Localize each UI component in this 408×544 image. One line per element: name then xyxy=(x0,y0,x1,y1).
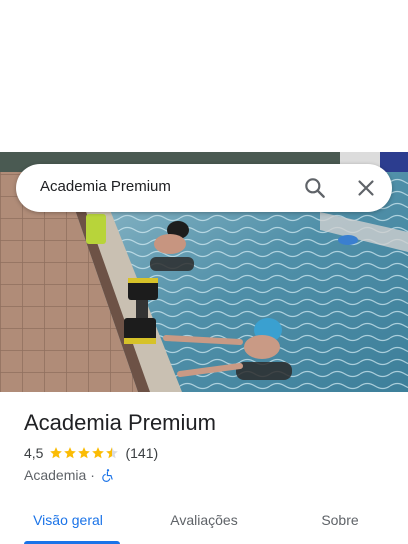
tab-reviews-label: Avaliações xyxy=(170,512,238,528)
half-star-icon xyxy=(106,447,119,459)
search-icon[interactable] xyxy=(302,175,328,201)
tab-reviews[interactable]: Avaliações xyxy=(136,496,272,544)
star-icon xyxy=(50,447,63,459)
tab-about-label: Sobre xyxy=(321,512,359,528)
category-row: Academia · xyxy=(24,466,115,484)
tab-about[interactable]: Sobre xyxy=(272,496,408,544)
review-count[interactable]: (141) xyxy=(125,445,158,461)
wheelchair-icon[interactable] xyxy=(101,468,115,482)
star-icon xyxy=(64,447,77,459)
tab-overview-label: Visão geral xyxy=(33,512,103,528)
place-category[interactable]: Academia xyxy=(24,467,86,483)
tab-overview[interactable]: Visão geral xyxy=(0,496,136,544)
place-info-panel: Academia Premium 4,5 (141) Academia · Vi… xyxy=(0,392,408,544)
rating-stars xyxy=(49,446,119,460)
rating-value: 4,5 xyxy=(24,445,44,461)
maps-place-page: Academia Premium Academia Premium 4,5 (1… xyxy=(0,0,408,544)
rating-row[interactable]: 4,5 (141) xyxy=(24,444,158,462)
search-bar[interactable]: Academia Premium xyxy=(16,164,392,212)
place-tabs: Visão geral Avaliações Sobre xyxy=(0,496,408,544)
star-icon xyxy=(78,447,91,459)
star-icon xyxy=(92,447,105,459)
separator-dot: · xyxy=(90,467,95,483)
place-title: Academia Premium xyxy=(24,410,216,435)
map-blank-area[interactable] xyxy=(0,0,408,152)
close-icon[interactable] xyxy=(353,175,379,201)
search-input[interactable]: Academia Premium xyxy=(40,178,171,195)
